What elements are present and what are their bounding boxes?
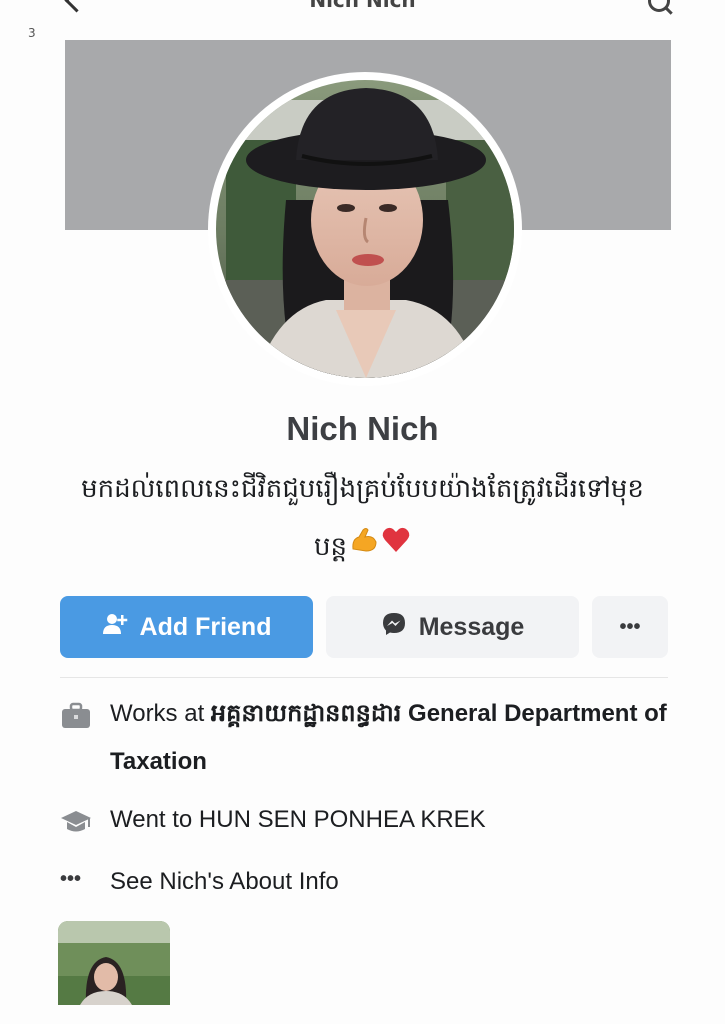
about-info-row[interactable]: ••• See Nich's About Info [60,858,680,906]
red-heart-icon [381,518,411,576]
section-divider [60,677,668,678]
profile-picture[interactable] [216,80,514,378]
education-info-text[interactable]: Went to HUN SEN PONHEA KREK [110,796,670,844]
briefcase-icon [60,702,92,730]
profile-action-row: Add Friend Message ••• [60,596,668,658]
profile-picture-frame [208,72,522,386]
add-friend-label: Add Friend [139,612,272,641]
add-friend-icon [102,612,128,643]
bio-line-2-wrapper: បន្ត [314,518,411,576]
work-employer-khmer[interactable]: អគ្គនាយកដ្ឋានពន្ធដារ [211,700,401,727]
featured-photo-thumbnail[interactable] [58,921,170,1005]
work-prefix: Works at [110,700,211,727]
page-number: 3 [28,26,36,40]
more-options-button[interactable]: ••• [592,596,668,658]
profile-name: Nich Nich [286,410,439,447]
more-dots-icon: ••• [619,615,641,638]
top-navigation-bar: Nich Nich [0,0,725,22]
education-info-row: Went to HUN SEN PONHEA KREK [60,796,680,844]
message-button[interactable]: Message [326,596,579,658]
profile-page: Nich Nich 3 Nich Nich មកដល់ពេលនេះជីវិតជួ… [0,0,725,1024]
about-info-text[interactable]: See Nich's About Info [110,858,670,906]
flexed-biceps-icon [349,518,379,576]
more-dots-icon: ••• [60,868,82,890]
messenger-icon [381,611,407,644]
bio-line-2: បន្ត [313,532,347,562]
bio-line-1: មកដល់ពេលនេះជីវិតជួបរឿងគ្រប់បែបយ៉ាងតែត្រូ… [81,474,644,504]
graduation-cap-icon [60,808,92,836]
profile-bio: មកដល់ពេលនេះជីវិតជួបរឿងគ្រប់បែបយ៉ាងតែត្រូ… [50,460,675,576]
message-label: Message [418,612,525,641]
work-info-text: Works at អគ្គនាយកដ្ឋានពន្ធដារ General De… [110,690,670,786]
work-info-row: Works at អគ្គនាយកដ្ឋានពន្ធដារ General De… [60,690,680,790]
add-friend-button[interactable]: Add Friend [60,596,313,658]
header-title: Nich Nich [309,0,416,12]
